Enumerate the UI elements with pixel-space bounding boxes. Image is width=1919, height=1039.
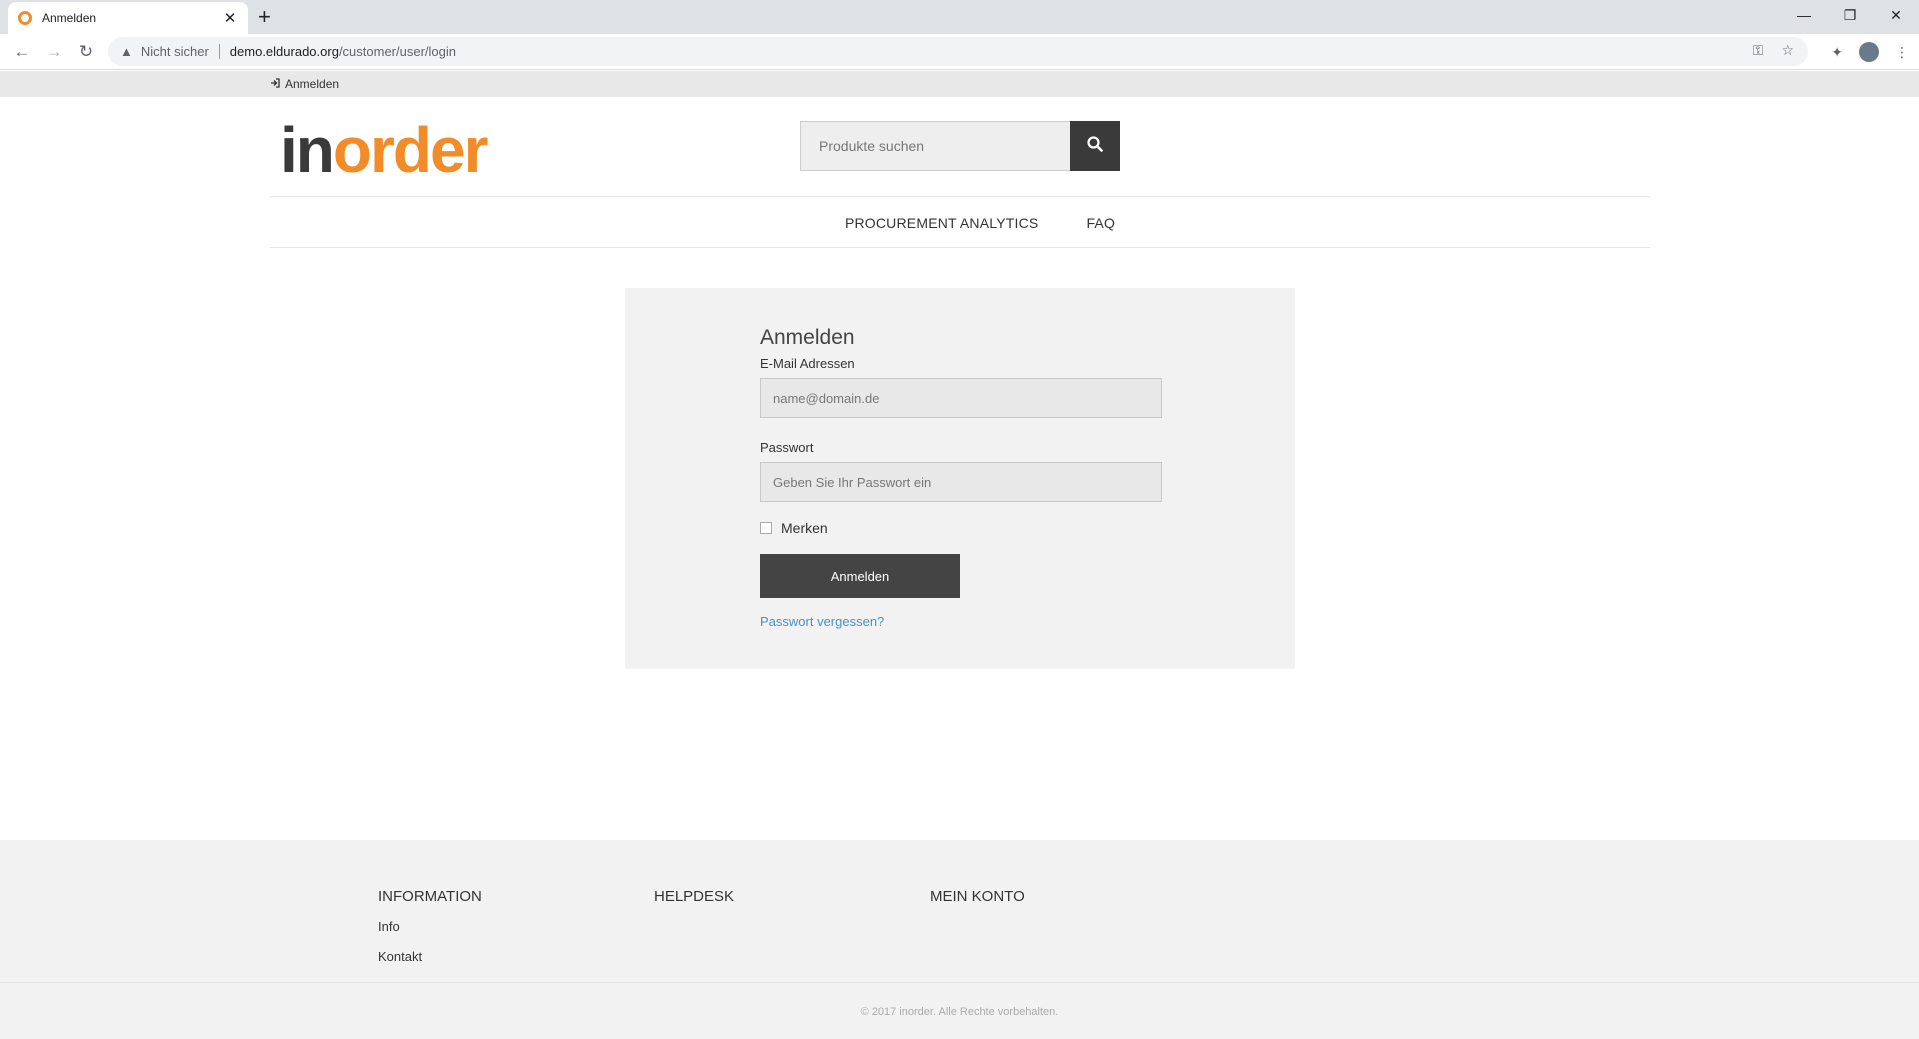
remember-checkbox[interactable]: [760, 522, 772, 534]
close-tab-icon[interactable]: ✕: [222, 9, 238, 27]
forgot-password-link[interactable]: Passwort vergessen?: [760, 614, 1162, 629]
address-bar[interactable]: ▲ Nicht sicher demo.eldurado.org/custome…: [108, 37, 1808, 66]
footer-heading-information: INFORMATION: [378, 888, 482, 905]
footer-col-mein-konto: MEIN KONTO: [930, 888, 1206, 979]
footer-heading-helpdesk: HELPDESK: [654, 888, 735, 905]
omnibox-actions: ⚿ ☆: [1753, 42, 1794, 59]
url-host: demo.eldurado.org: [229, 44, 339, 59]
close-window-icon[interactable]: ✕: [1873, 0, 1919, 30]
email-field[interactable]: [760, 378, 1162, 418]
topbar-login-label: Anmelden: [285, 77, 340, 91]
favicon-icon: [18, 11, 32, 25]
login-title: Anmelden: [760, 326, 855, 349]
top-utility-bar: Anmelden: [0, 71, 1919, 97]
forward-icon[interactable]: →: [42, 40, 66, 64]
url-text: demo.eldurado.org/customer/user/login: [220, 44, 456, 59]
browser-tabbar: Anmelden ✕ + ― ❐ ✕: [0, 0, 1919, 34]
site-footer: INFORMATION Info Kontakt HELPDESK MEIN K…: [0, 840, 1919, 1039]
copyright-text: © 2017 inorder. Alle Rechte vorbehalten.: [860, 1006, 1059, 1018]
logo-part-in: in: [280, 114, 335, 186]
site-header: inorder: [270, 97, 1650, 197]
email-label: E-Mail Adressen: [760, 356, 855, 371]
back-icon[interactable]: ←: [10, 40, 34, 64]
footer-link-info[interactable]: Info: [378, 919, 654, 934]
logo-part-order: order: [332, 114, 489, 186]
search-button[interactable]: [1070, 121, 1120, 171]
window-controls: ― ❐ ✕: [1781, 0, 1919, 30]
nav-item-procurement-analytics[interactable]: PROCUREMENT ANALYTICS: [845, 215, 1039, 231]
footer-col-helpdesk: HELPDESK: [654, 888, 930, 979]
footer-heading-mein-konto: MEIN KONTO: [930, 888, 1025, 905]
extensions-icon[interactable]: ✦: [1831, 44, 1843, 61]
topbar-login-link[interactable]: Anmelden: [270, 77, 339, 91]
nav-item-faq[interactable]: FAQ: [1086, 215, 1115, 231]
search-input[interactable]: [800, 121, 1070, 171]
login-icon: [270, 77, 280, 91]
browser-toolbar: ← → ↻ ▲ Nicht sicher demo.eldurado.org/c…: [0, 34, 1919, 70]
footer-link-kontakt[interactable]: Kontakt: [378, 949, 654, 964]
search-icon: [1087, 135, 1103, 157]
reload-icon[interactable]: ↻: [74, 40, 98, 64]
tab-title: Anmelden: [42, 11, 97, 25]
new-tab-icon[interactable]: +: [258, 5, 271, 29]
not-secure-label: Nicht sicher: [141, 44, 220, 59]
footer-columns: INFORMATION Info Kontakt HELPDESK MEIN K…: [378, 888, 1206, 979]
minimize-icon[interactable]: ―: [1781, 0, 1827, 30]
footer-divider: [0, 982, 1919, 983]
remember-label: Merken: [781, 520, 828, 536]
password-field[interactable]: [760, 462, 1162, 502]
url-path: /customer/user/login: [338, 44, 456, 59]
profile-avatar[interactable]: [1859, 42, 1879, 62]
login-panel: Anmelden E-Mail Adressen Passwort Merken…: [625, 288, 1295, 669]
browser-tab[interactable]: Anmelden ✕: [8, 2, 248, 34]
menu-icon[interactable]: ⋮: [1895, 44, 1909, 61]
footer-col-information: INFORMATION Info Kontakt: [378, 888, 654, 979]
warning-icon: ▲: [120, 44, 133, 59]
star-icon[interactable]: ☆: [1781, 42, 1794, 59]
password-label: Passwort: [760, 440, 814, 455]
site-logo[interactable]: inorder: [280, 114, 489, 186]
remember-me[interactable]: Merken: [760, 520, 1162, 536]
search-form: [800, 121, 1120, 171]
login-form: Anmelden E-Mail Adressen Passwort Merken…: [760, 326, 1162, 629]
key-icon[interactable]: ⚿: [1753, 42, 1764, 59]
restore-icon[interactable]: ❐: [1827, 0, 1873, 30]
login-button[interactable]: Anmelden: [760, 554, 960, 598]
main-nav: PROCUREMENT ANALYTICS FAQ: [270, 198, 1650, 248]
extension-icons: ✦ ⋮: [1831, 42, 1909, 62]
